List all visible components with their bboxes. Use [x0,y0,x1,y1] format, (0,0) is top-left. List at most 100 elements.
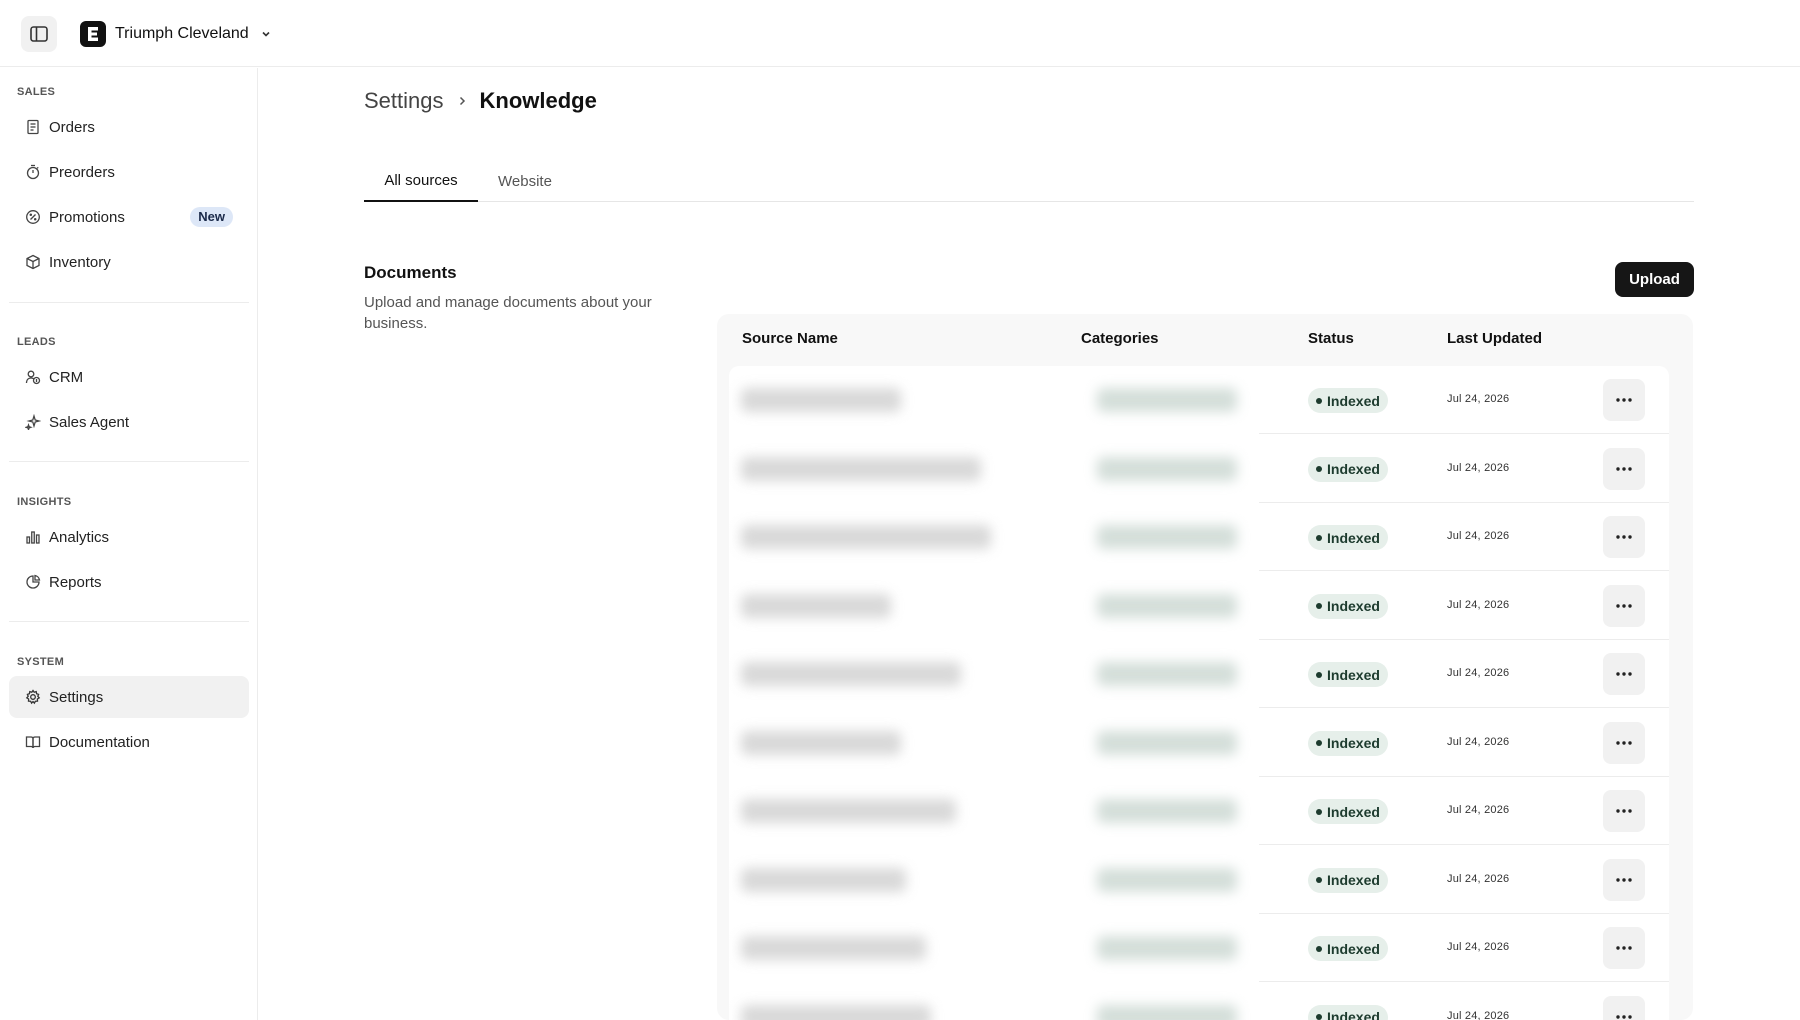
status-label: Indexed [1327,940,1380,957]
sidebar-item-label: Inventory [49,253,111,271]
page-title: Knowledge [479,88,597,113]
table-row[interactable]: Indexed Jul 24, 2026 [729,435,1669,503]
row-more-button[interactable] [1603,858,1645,901]
sidebar-item-sales-agent[interactable]: Sales Agent [9,401,249,443]
last-updated-date: Jul 24, 2026 [1447,941,1510,953]
sidebar-divider [9,461,249,462]
more-horizontal-icon [1616,946,1632,950]
category-redacted [1097,730,1237,755]
row-more-button[interactable] [1603,995,1645,1020]
source-name-redacted [741,867,906,892]
sidebar-item-orders[interactable]: Orders [9,106,249,148]
table-row[interactable]: Indexed Jul 24, 2026 [729,846,1669,914]
status-dot-icon [1316,534,1322,541]
source-name-redacted [741,662,961,686]
status-dot-icon [1316,603,1322,609]
category-redacted [1097,867,1237,892]
last-updated-date: Jul 24, 2026 [1447,393,1510,405]
sidebar-item-analytics[interactable]: Analytics [9,516,249,558]
status-badge: Indexed [1308,936,1388,961]
sidebar-toggle-button[interactable] [21,16,57,52]
documents-title: Documents [364,263,457,282]
table-row[interactable]: Indexed Jul 24, 2026 [729,983,1669,1020]
badge-percent-icon [25,209,41,225]
sidebar-item-label: Settings [49,688,104,706]
row-more-button[interactable] [1603,927,1645,969]
sidebar-section-system: SYSTEM [17,656,65,668]
more-horizontal-icon [1616,877,1632,882]
sidebar-section-leads: LEADS [17,336,56,348]
table-row[interactable]: Indexed Jul 24, 2026 [729,709,1669,777]
more-horizontal-icon [1616,466,1632,471]
org-switcher[interactable]: Triumph Cleveland [80,20,272,48]
table-body: Indexed Jul 24, 2026 Indexed Jul 24, 2026 In… [729,366,1669,1020]
sidebar-item-documentation[interactable]: Documentation [9,721,249,763]
row-more-button[interactable] [1603,516,1645,558]
sidebar-item-crm[interactable]: CRM [9,356,249,398]
last-updated-date: Jul 24, 2026 [1447,598,1510,611]
row-more-button[interactable] [1603,790,1645,832]
chevron-down-icon [260,28,272,40]
status-dot-icon [1316,1014,1322,1020]
org-logo [80,21,106,47]
status-label: Indexed [1327,1009,1380,1020]
row-more-button[interactable] [1603,721,1645,764]
table-row[interactable]: Indexed Jul 24, 2026 [729,640,1669,708]
sidebar-item-label: Sales Agent [49,413,130,431]
receipt-icon [25,119,41,135]
upload-button[interactable]: Upload [1615,262,1694,297]
table-row[interactable]: Indexed Jul 24, 2026 [729,366,1669,434]
source-name-redacted [741,456,981,481]
status-badge: Indexed [1308,799,1388,824]
more-horizontal-icon [1616,1014,1632,1019]
category-redacted [1097,593,1237,618]
row-more-button[interactable] [1603,584,1645,627]
tab-all-sources[interactable]: All sources [364,160,478,202]
row-more-button[interactable] [1603,379,1645,421]
sidebar-item-reports[interactable]: Reports [9,561,249,603]
source-name-redacted [741,525,991,549]
status-label: Indexed [1327,598,1380,614]
source-name-redacted [741,593,891,618]
status-label: Indexed [1327,872,1380,888]
breadcrumb-settings-link[interactable]: Settings [364,88,444,114]
last-updated-date: Jul 24, 2026 [1447,1009,1510,1020]
more-horizontal-icon [1616,603,1632,608]
table-row[interactable]: Indexed Jul 24, 2026 [729,572,1669,640]
sparkles-icon [25,414,41,430]
sidebar-item-label: Preorders [49,163,115,181]
sidebar-item-inventory[interactable]: Inventory [9,241,249,283]
status-label: Indexed [1327,735,1380,751]
row-more-button[interactable] [1603,447,1645,490]
breadcrumb: Settings Knowledge [364,88,597,114]
sidebar-item-promotions[interactable]: Promotions New [9,196,249,238]
bar-chart-icon [25,529,41,545]
tab-website[interactable]: Website [478,160,572,202]
table-row[interactable]: Indexed Jul 24, 2026 [729,777,1669,845]
column-header-source-name: Source Name [742,330,838,347]
category-redacted [1097,1004,1237,1020]
sidebar-item-label: Reports [49,573,102,591]
source-name-redacted [741,799,956,823]
sidebar-section-sales: SALES [17,86,56,98]
documents-table: Source Name Categories Status Last Updat… [717,314,1693,1020]
org-name: Triumph Cleveland [115,25,249,42]
book-icon [25,734,41,750]
status-badge: Indexed [1308,662,1388,687]
source-name-redacted [741,730,901,755]
table-row[interactable]: Indexed Jul 24, 2026 [729,914,1669,982]
status-dot-icon [1316,397,1322,404]
sidebar-item-settings[interactable]: Settings [9,676,249,718]
sidebar-item-preorders[interactable]: Preorders [9,151,249,193]
table-row[interactable]: Indexed Jul 24, 2026 [729,503,1669,571]
sidebar: SALES Orders Preorders Promotions New In… [0,68,258,1020]
row-more-button[interactable] [1603,653,1645,695]
column-header-last-updated: Last Updated [1447,330,1543,347]
status-dot-icon [1316,740,1322,746]
status-label: Indexed [1327,803,1380,820]
status-dot-icon [1316,877,1322,883]
status-dot-icon [1316,945,1322,952]
last-updated-date: Jul 24, 2026 [1447,804,1510,816]
last-updated-date: Jul 24, 2026 [1447,461,1510,474]
category-redacted [1097,388,1237,412]
